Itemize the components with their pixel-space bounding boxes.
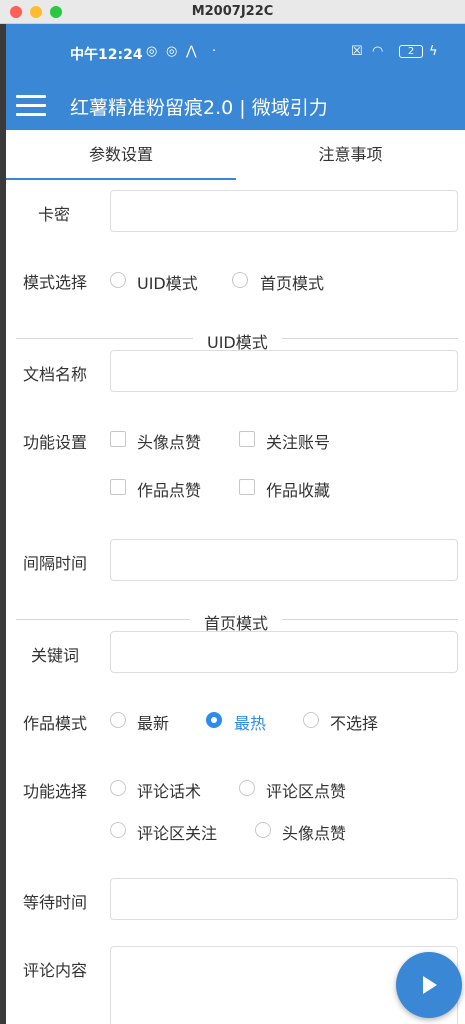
work-mode-label: 作品模式 xyxy=(23,714,88,733)
work-collect-option[interactable]: 作品收藏 xyxy=(266,477,330,501)
mode-label: 模式选择 xyxy=(23,273,88,292)
interval-input[interactable] xyxy=(110,539,458,581)
doc-name-label: 文档名称 xyxy=(23,365,88,384)
status-bar: 中午12:24 ◎ ◎ ⋀ · ☒ ◠ 2 ϟ xyxy=(6,24,465,82)
comment-follow-radio[interactable] xyxy=(110,822,126,838)
comment-script-option[interactable]: 评论话术 xyxy=(137,778,201,802)
window-titlebar: M2007J22C xyxy=(0,0,465,24)
work-collect-checkbox[interactable] xyxy=(239,479,255,495)
comment-like-radio[interactable] xyxy=(239,780,255,796)
mode-home-option[interactable]: 首页模式 xyxy=(260,270,324,294)
notification-icon-2: ◎ xyxy=(166,44,178,59)
follow-account-option[interactable]: 关注账号 xyxy=(266,429,330,453)
keyword-label: 关键词 xyxy=(31,646,80,665)
menu-icon[interactable] xyxy=(16,92,48,118)
tab-notes[interactable]: 注意事项 xyxy=(236,130,465,180)
notification-icon: ◎ xyxy=(146,44,158,59)
comment-like-option[interactable]: 评论区点赞 xyxy=(266,778,346,802)
mode-home-radio[interactable] xyxy=(232,272,248,288)
func-select-label: 功能选择 xyxy=(23,782,88,801)
status-time: 中午12:24 xyxy=(70,47,143,63)
more-notifications-icon: · xyxy=(212,44,217,59)
interval-label: 间隔时间 xyxy=(23,554,88,573)
phone-screen: 中午12:24 ◎ ◎ ⋀ · ☒ ◠ 2 ϟ 红薯精准粉留痕2.0 | 微域引… xyxy=(6,24,465,1024)
work-like-checkbox[interactable] xyxy=(110,479,126,495)
app-title: 红薯精准粉留痕2.0 | 微域引力 xyxy=(70,97,328,119)
keyword-input[interactable] xyxy=(110,631,458,673)
work-mode-newest-option[interactable]: 最新 xyxy=(137,710,169,734)
avatar-like-radio[interactable] xyxy=(255,822,271,838)
mode-uid-option[interactable]: UID模式 xyxy=(137,270,198,294)
charging-icon: ϟ xyxy=(429,44,438,59)
comment-script-radio[interactable] xyxy=(110,780,126,796)
comment-follow-option[interactable]: 评论区关注 xyxy=(137,820,217,844)
work-mode-hottest-option[interactable]: 最热 xyxy=(234,710,266,734)
window-title: M2007J22C xyxy=(191,4,274,19)
follow-account-checkbox[interactable] xyxy=(239,431,255,447)
mode-uid-radio[interactable] xyxy=(110,272,126,288)
card-key-label: 卡密 xyxy=(38,205,71,224)
tab-params[interactable]: 参数设置 xyxy=(6,130,236,180)
avatar-like-radio-option[interactable]: 头像点赞 xyxy=(282,820,346,844)
wifi-icon: ◠ xyxy=(372,44,384,59)
app-bar: 红薯精准粉留痕2.0 | 微域引力 xyxy=(6,82,465,130)
work-mode-none-radio[interactable] xyxy=(303,712,319,728)
work-mode-newest-radio[interactable] xyxy=(110,712,126,728)
battery-icon: 2 xyxy=(399,45,423,58)
work-mode-hottest-radio[interactable] xyxy=(206,712,222,728)
app-notification-icon: ⋀ xyxy=(186,44,197,59)
wait-time-input[interactable] xyxy=(110,878,458,920)
doc-name-input[interactable] xyxy=(110,350,458,392)
comment-label: 评论内容 xyxy=(23,961,88,980)
avatar-like-option[interactable]: 头像点赞 xyxy=(137,429,201,453)
no-sim-icon: ☒ xyxy=(351,44,363,59)
wait-time-label: 等待时间 xyxy=(23,893,88,912)
avatar-like-checkbox[interactable] xyxy=(110,431,126,447)
play-button[interactable] xyxy=(396,952,462,1018)
work-mode-none-option[interactable]: 不选择 xyxy=(330,710,378,734)
work-like-option[interactable]: 作品点赞 xyxy=(137,477,201,501)
card-key-input[interactable] xyxy=(110,190,458,232)
tab-bar: 参数设置 注意事项 xyxy=(6,130,465,180)
func-settings-label: 功能设置 xyxy=(23,433,88,452)
